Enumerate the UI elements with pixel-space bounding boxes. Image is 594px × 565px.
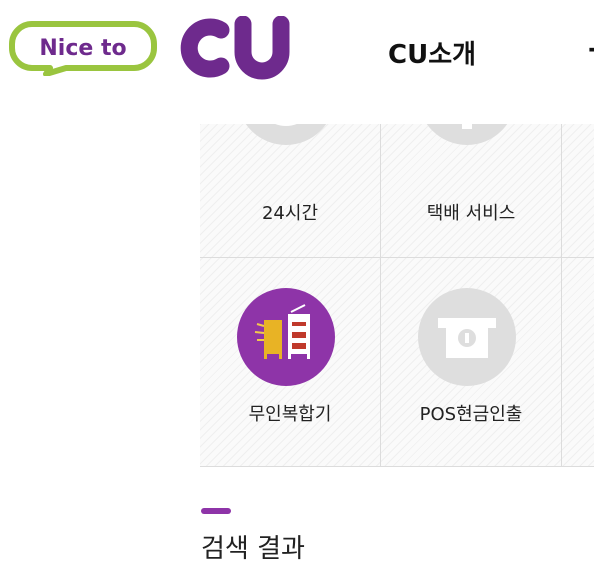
clock-icon [237,124,335,145]
service-item-partial[interactable] [562,124,594,257]
section-accent-bar [201,508,231,514]
service-item-24h[interactable]: 24시간 [200,124,380,257]
multifunction-printer-icon [237,288,335,386]
service-grid: 24시간 택배 서비스 무인복합기 POS현금인출 [200,124,594,467]
service-label: 무인복합기 [248,404,332,425]
service-item-parcel[interactable]: 택배 서비스 [381,124,561,257]
parcel-icon [418,124,516,145]
nice-to-text: Nice to [39,36,126,61]
atm-cash-icon [418,288,516,386]
service-label: POS현금인출 [419,404,523,425]
nav-item-next[interactable]: - [588,34,594,64]
nav-item-cu-intro[interactable]: CU소개 [388,34,476,71]
service-item-partial[interactable] [562,258,594,467]
service-item-pos-cash[interactable]: POS현금인출 [381,258,561,467]
search-results-title: 검색 결과 [201,534,305,564]
site-header: Nice to CU소개 - [0,0,594,96]
nice-to-logo[interactable]: Nice to [6,18,158,80]
service-label: 택배 서비스 [426,203,516,224]
service-label: 24시간 [261,203,319,224]
service-item-multifunction-printer[interactable]: 무인복합기 [200,258,380,467]
cu-logo[interactable] [171,15,291,82]
